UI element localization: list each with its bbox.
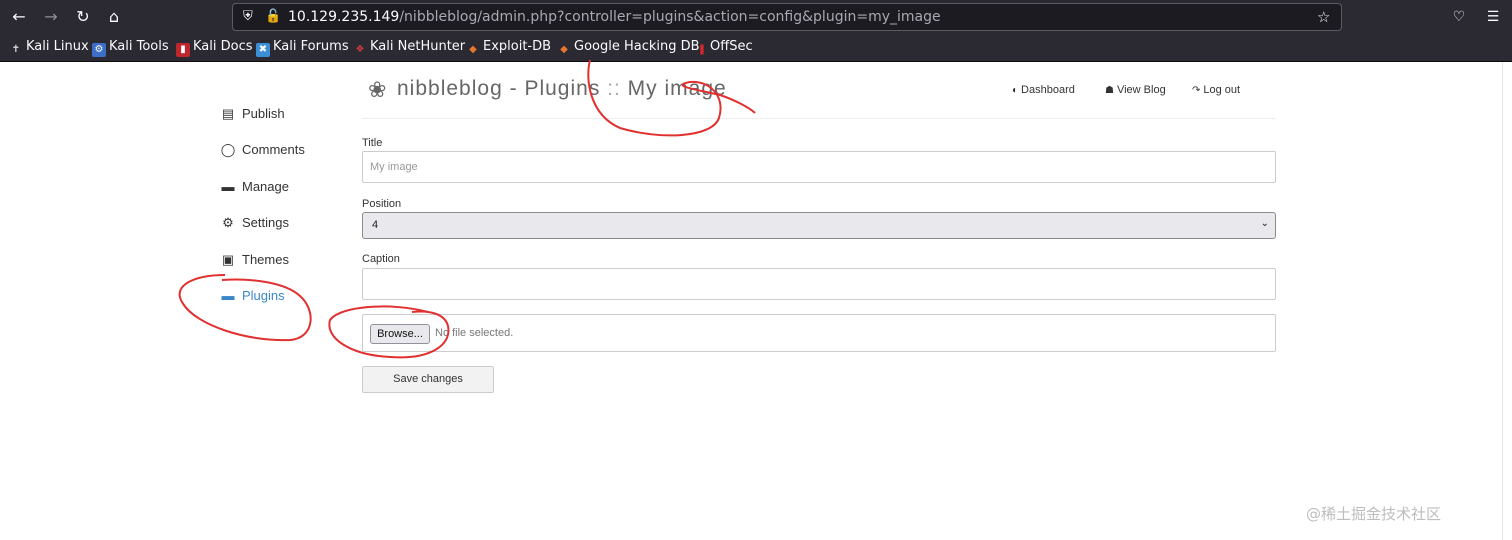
offsec-icon: ❚: [697, 44, 707, 55]
kali-tools-icon: ⚙: [92, 43, 106, 57]
image-icon: ▣: [221, 252, 235, 267]
browser-toolbar: ← → ↻ ⌂ ⛨ 🔓 10.129.235.149/nibbleblog/ad…: [0, 0, 1512, 34]
bookmark-label: Google Hacking DB: [574, 39, 700, 54]
url-bar[interactable]: ⛨ 🔓 10.129.235.149/nibbleblog/admin.php?…: [232, 3, 1342, 31]
sidebar-item-comments[interactable]: ◯ Comments: [220, 142, 305, 166]
page-scrollbar[interactable]: [1502, 62, 1503, 540]
log-out-link[interactable]: ↷ Log out: [1192, 84, 1240, 96]
ghdb-icon: ◆: [560, 44, 568, 55]
sidebar-item-label: Comments: [242, 142, 305, 157]
back-arrow-icon[interactable]: ←: [8, 6, 30, 28]
insecure-lock-icon[interactable]: 🔓: [265, 9, 281, 24]
sidebar-item-label: Plugins: [242, 288, 285, 303]
title-separator: ::: [600, 77, 628, 100]
bookmark-label: Kali Tools: [109, 39, 169, 54]
file-status-text: No file selected.: [435, 327, 514, 339]
bookmarks-toolbar: ✝ Kali Linux ⚙ Kali Tools ▮ Kali Docs ✖ Kali…: [0, 34, 1512, 62]
forward-arrow-icon[interactable]: →: [40, 6, 62, 28]
bookmark-kali-forums[interactable]: ✖ Kali Forums: [256, 39, 349, 57]
sidebar-item-settings[interactable]: ⚙ Settings: [220, 215, 289, 239]
brand-name: nibbleblog: [397, 77, 503, 100]
chevron-down-icon: ⌄: [1260, 218, 1269, 229]
nethunter-icon: ❖: [355, 44, 365, 55]
title-section: Plugins: [524, 77, 601, 100]
browse-button[interactable]: Browse...: [370, 324, 430, 344]
sidebar-item-label: Publish: [242, 106, 285, 121]
position-select-value: 4: [372, 219, 379, 231]
sidebar-item-label: Settings: [242, 215, 289, 230]
header-divider: [362, 118, 1276, 119]
bookmark-offsec[interactable]: ❚ OffSec: [697, 39, 753, 57]
folder-open-icon: ▬: [221, 288, 235, 303]
gauge-icon: ◐: [1012, 85, 1019, 96]
nibbleblog-logo-icon: ❀: [368, 78, 387, 103]
bookmark-star-icon[interactable]: ☆: [1317, 8, 1330, 26]
url-path: /nibbleblog/admin.php?controller=plugins…: [399, 9, 941, 25]
sidebar-item-themes[interactable]: ▣ Themes: [220, 252, 289, 276]
sidebar-item-manage[interactable]: ▬ Manage: [220, 179, 289, 203]
image-file-input[interactable]: Browse... No file selected.: [362, 314, 1276, 352]
bookmark-label: Kali Linux: [26, 39, 89, 54]
view-blog-link-label: View Blog: [1116, 84, 1166, 96]
title-label: Title: [362, 137, 383, 149]
sidebar-item-label: Manage: [242, 179, 289, 194]
sidebar-item-publish[interactable]: ▤ Publish: [220, 106, 285, 130]
kali-dragon-icon: ✝: [11, 44, 21, 55]
title-input[interactable]: My image: [362, 151, 1276, 183]
watermark: @稀土掘金技术社区: [1306, 505, 1442, 523]
home-icon[interactable]: ⌂: [103, 6, 125, 28]
kali-forums-icon: ✖: [256, 43, 270, 57]
bookmark-google-hacking-db[interactable]: ◆ Google Hacking DB: [557, 39, 700, 57]
sidebar-item-plugins[interactable]: ▬ Plugins: [220, 288, 285, 312]
logout-icon: ↷: [1192, 85, 1201, 96]
bookmark-label: Kali Docs: [193, 39, 253, 54]
kali-docs-icon: ▮: [176, 43, 190, 57]
caption-input[interactable]: [362, 268, 1276, 300]
folder-icon: ▬: [221, 179, 235, 194]
menu-icon[interactable]: ☰: [1482, 6, 1504, 28]
pocket-icon[interactable]: ♡: [1448, 6, 1470, 28]
bookmark-label: OffSec: [710, 39, 753, 54]
bookmark-label: Kali Forums: [273, 39, 349, 54]
url-host: 10.129.235.149: [288, 9, 400, 25]
bookmark-kali-docs[interactable]: ▮ Kali Docs: [176, 39, 253, 57]
log-out-link-label: Log out: [1203, 84, 1241, 96]
bookmark-exploit-db[interactable]: ◆ Exploit-DB: [466, 39, 551, 57]
title-dash: -: [502, 77, 525, 100]
dashboard-link-label: Dashboard: [1021, 84, 1075, 96]
dashboard-link[interactable]: ◐ Dashboard: [1012, 84, 1075, 96]
bookmark-kali-nethunter[interactable]: ❖ Kali NetHunter: [353, 39, 466, 57]
title-plugin: My image: [627, 77, 727, 100]
shield-icon[interactable]: ⛨: [243, 9, 253, 24]
gear-icon: ⚙: [222, 215, 234, 230]
reload-icon[interactable]: ↻: [72, 6, 94, 28]
bookmark-label: Exploit-DB: [483, 39, 552, 54]
caption-label: Caption: [362, 253, 400, 265]
position-label: Position: [362, 198, 402, 210]
position-select[interactable]: 4 ⌄: [362, 212, 1276, 239]
bookmark-kali-linux[interactable]: ✝ Kali Linux: [9, 39, 89, 57]
bookmark-label: Kali NetHunter: [370, 39, 466, 54]
exploit-db-icon: ◆: [469, 44, 477, 55]
sidebar-item-label: Themes: [242, 252, 289, 267]
view-blog-link[interactable]: ☗ View Blog: [1105, 84, 1166, 96]
publish-icon: ▤: [221, 106, 235, 121]
title-input-value: My image: [370, 161, 418, 173]
comment-icon: ◯: [220, 142, 236, 157]
url-text[interactable]: 10.129.235.149/nibbleblog/admin.php?cont…: [288, 9, 941, 25]
save-changes-button[interactable]: Save changes: [362, 366, 494, 393]
bookmark-kali-tools[interactable]: ⚙ Kali Tools: [92, 39, 169, 57]
home-icon: ☗: [1105, 85, 1114, 96]
page-title: nibbleblog - Plugins :: My image: [397, 77, 727, 101]
